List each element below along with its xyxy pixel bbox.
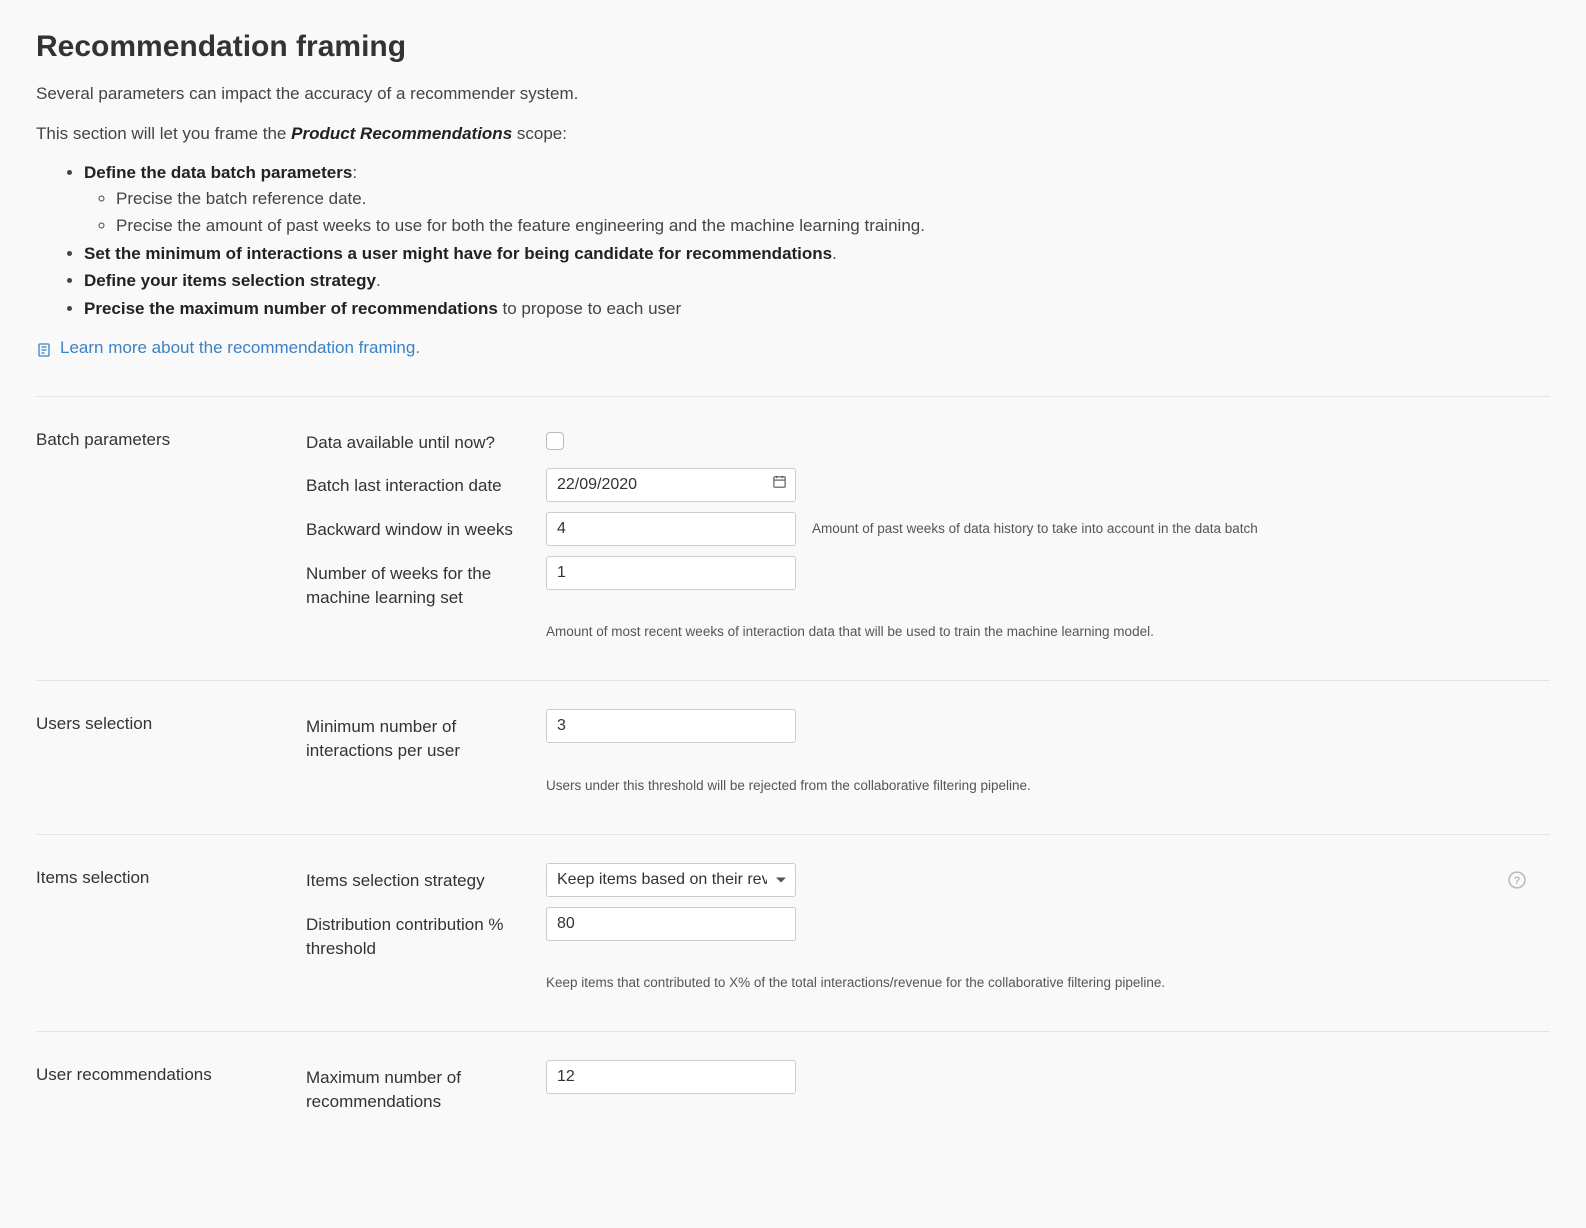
section-title-users: Users selection — [36, 709, 286, 737]
checkbox-data-available[interactable] — [546, 432, 564, 450]
intro-sub-bullet: Precise the amount of past weeks to use … — [116, 213, 1550, 239]
label-max-recs: Maximum number of recommendations — [306, 1060, 546, 1114]
intro-subtitle: Several parameters can impact the accura… — [36, 81, 1550, 107]
page-title: Recommendation framing — [36, 24, 1550, 69]
input-backward-window[interactable] — [546, 512, 796, 546]
label-threshold: Distribution contribution % threshold — [306, 907, 546, 961]
input-max-recs[interactable] — [546, 1060, 796, 1094]
label-backward-window: Backward window in weeks — [306, 512, 546, 542]
section-users: Users selection Minimum number of intera… — [36, 680, 1550, 833]
calendar-icon — [772, 473, 787, 497]
svg-text:?: ? — [1514, 875, 1521, 887]
section-title-items: Items selection — [36, 863, 286, 891]
intro-block: Several parameters can impact the accura… — [36, 81, 1550, 366]
section-title-recs: User recommendations — [36, 1060, 286, 1088]
section-batch: Batch parameters Data available until no… — [36, 396, 1550, 680]
section-title-batch: Batch parameters — [36, 425, 286, 453]
section-recs: User recommendations Maximum number of r… — [36, 1031, 1550, 1134]
label-ml-weeks: Number of weeks for the machine learning… — [306, 556, 546, 610]
help-threshold: Keep items that contributed to X% of the… — [546, 966, 1550, 993]
label-min-interactions: Minimum number of interactions per user — [306, 709, 546, 763]
intro-scope: This section will let you frame the Prod… — [36, 121, 1550, 147]
learn-more-link[interactable]: Learn more about the recommendation fram… — [36, 335, 420, 361]
input-threshold[interactable] — [546, 907, 796, 941]
help-ml-weeks: Amount of most recent weeks of interacti… — [546, 615, 1550, 642]
select-strategy[interactable]: Keep items based on their revenue — [546, 863, 796, 897]
label-data-available: Data available until now? — [306, 425, 546, 455]
help-icon[interactable]: ? — [1508, 871, 1526, 889]
document-icon — [36, 340, 52, 356]
intro-sub-bullet: Precise the batch reference date. — [116, 186, 1550, 212]
intro-bullets: Define the data batch parameters: Precis… — [36, 160, 1550, 321]
input-ml-weeks[interactable] — [546, 556, 796, 590]
input-last-date[interactable] — [546, 468, 796, 502]
section-items: ? Items selection Items selection strate… — [36, 834, 1550, 1031]
label-last-date: Batch last interaction date — [306, 468, 546, 498]
input-min-interactions[interactable] — [546, 709, 796, 743]
help-min-interactions: Users under this threshold will be rejec… — [546, 769, 1550, 796]
help-backward-window: Amount of past weeks of data history to … — [796, 512, 1550, 539]
label-strategy: Items selection strategy — [306, 863, 546, 893]
